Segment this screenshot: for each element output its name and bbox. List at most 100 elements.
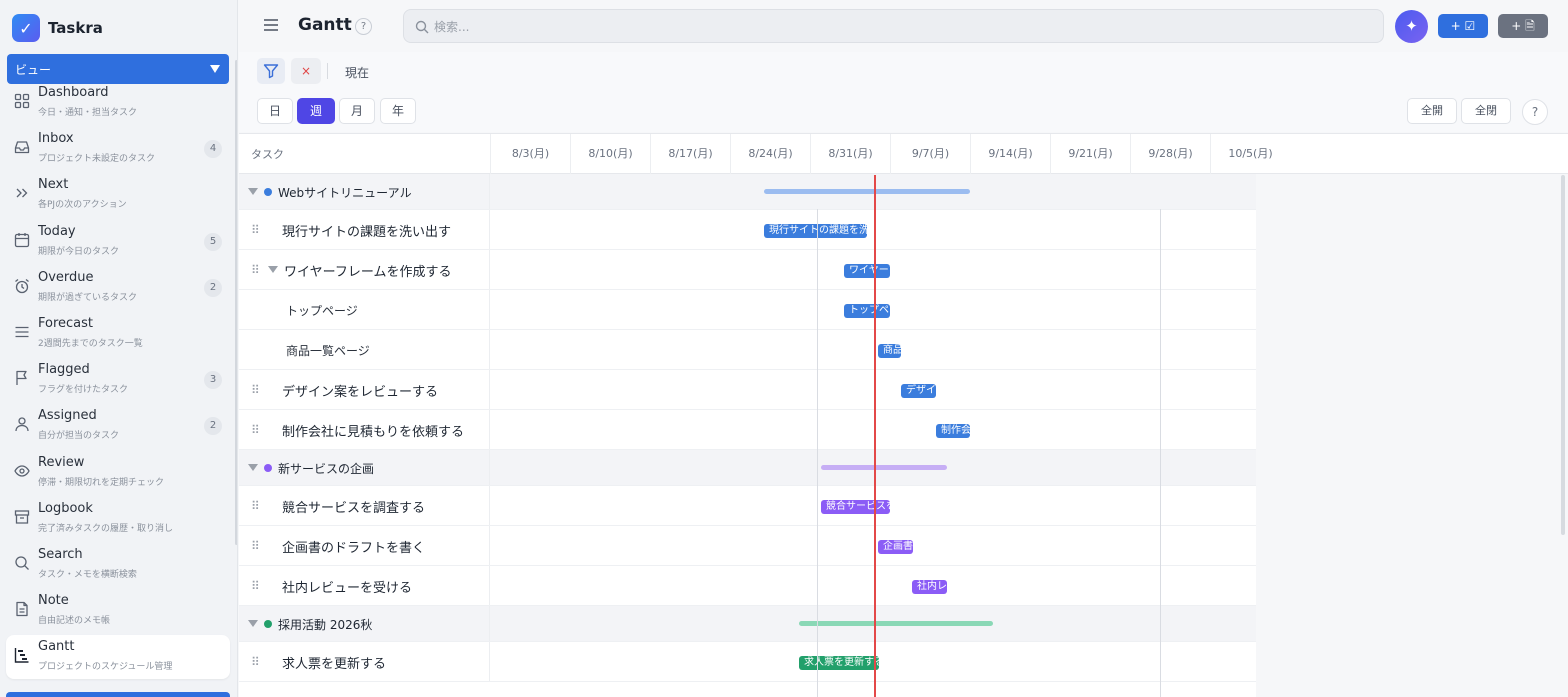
- flag-icon: [14, 370, 30, 386]
- task-bar[interactable]: デザイン案をレビューする: [901, 384, 936, 398]
- project-name: 新サービスの企画: [278, 462, 375, 476]
- sidebar-item-title: Next: [38, 177, 69, 192]
- collapse-triangle-icon[interactable]: [248, 620, 258, 627]
- help-icon[interactable]: ?: [355, 18, 372, 35]
- sidebar-item-today[interactable]: Today 期限が今日のタスク 5: [6, 220, 230, 264]
- task-name-cell: ⠿ ワイヤーフレームを作成する: [239, 250, 490, 289]
- search-input[interactable]: [434, 16, 1334, 38]
- search-box[interactable]: [403, 9, 1384, 43]
- project-row[interactable]: 採用活動 2026秋: [239, 606, 1256, 642]
- search-icon: [14, 555, 30, 571]
- date-column-header: 8/24(月): [730, 134, 810, 174]
- sidebar-item-next[interactable]: Next 各PJの次のアクション: [6, 173, 230, 217]
- task-row[interactable]: ⠿ 求人票を更新する 求人票を更新する: [239, 642, 1256, 682]
- task-bar[interactable]: 商品一覧ページ: [878, 344, 901, 358]
- task-row[interactable]: ⠿ ワイヤーフレームを作成する ワイヤーフレームを作成する: [239, 250, 1256, 290]
- date-column-header: 8/17(月): [650, 134, 730, 174]
- date-column-header: 8/31(月): [810, 134, 890, 174]
- sidebar-item-overdue[interactable]: Overdue 期限が過ぎているタスク 2: [6, 266, 230, 310]
- drag-handle-icon[interactable]: ⠿: [251, 655, 260, 669]
- top-header: Gantt ? ✦ + ☑ + 🗎: [239, 0, 1568, 52]
- scale-year-button[interactable]: 年: [380, 98, 416, 124]
- project-span-bar[interactable]: [821, 465, 947, 470]
- drag-handle-icon[interactable]: ⠿: [251, 579, 260, 593]
- scale-month-button[interactable]: 月: [339, 98, 375, 124]
- project-row[interactable]: Webサイトリニューアル: [239, 174, 1256, 210]
- task-row[interactable]: ⠿ 現行サイトの課題を洗い出す 現行サイトの課題を洗い出す: [239, 210, 1256, 250]
- sidebar-item-flagged[interactable]: Flagged フラグを付けたタスク 3: [6, 358, 230, 402]
- drag-handle-icon[interactable]: ⠿: [251, 423, 260, 437]
- drag-handle-icon[interactable]: ⠿: [251, 499, 260, 513]
- hamburger-menu-icon[interactable]: [263, 17, 279, 33]
- expand-all-button[interactable]: 全開: [1407, 98, 1457, 124]
- clear-filter-button[interactable]: ×: [291, 58, 321, 84]
- subtask-name: トップページ: [286, 304, 358, 318]
- task-bar[interactable]: 競合サービスを調査する: [821, 500, 890, 514]
- task-bar[interactable]: 現行サイトの課題を洗い出す: [764, 224, 867, 238]
- collapse-triangle-icon[interactable]: [248, 464, 258, 471]
- task-name-cell: ⠿ 競合サービスを調査する: [239, 486, 490, 525]
- expand-triangle-icon[interactable]: [268, 266, 278, 273]
- filter-now-label[interactable]: 現在: [345, 64, 369, 81]
- task-row[interactable]: ⠿ デザイン案をレビューする デザイン案をレビューする: [239, 370, 1256, 410]
- task-row[interactable]: ⠿ 制作会社に見積もりを依頼する 制作会社に見積もりを依頼する: [239, 410, 1256, 450]
- add-note-button[interactable]: + 🗎: [1498, 14, 1548, 38]
- task-row[interactable]: ⠿ 企画書のドラフトを書く 企画書のドラフトを書く: [239, 526, 1256, 566]
- task-row[interactable]: ⠿ 競合サービスを調査する 競合サービスを調査する: [239, 486, 1256, 526]
- add-task-button[interactable]: + ☑: [1438, 14, 1488, 38]
- drag-handle-icon[interactable]: ⠿: [251, 539, 260, 553]
- date-column-header: 9/7(月): [890, 134, 970, 174]
- task-bar[interactable]: ワイヤーフレームを作成する: [844, 264, 890, 278]
- task-row[interactable]: ⠿ 社内レビューを受ける 社内レビューを受ける: [239, 566, 1256, 606]
- task-bar[interactable]: 社内レビューを受ける: [912, 580, 947, 594]
- project-span-bar[interactable]: [799, 621, 993, 626]
- ai-assistant-button[interactable]: ✦: [1395, 10, 1428, 43]
- date-column-header: 10/5(月): [1210, 134, 1290, 174]
- collapse-triangle-icon[interactable]: [248, 188, 258, 195]
- sidebar-item-assigned[interactable]: Assigned 自分が担当のタスク 2: [6, 404, 230, 448]
- sidebar-item-subtitle: 各PJの次のアクション: [38, 200, 127, 210]
- sidebar-item-dashboard[interactable]: Dashboard 今日・通知・担当タスク: [6, 81, 230, 125]
- sidebar-bottom-button[interactable]: [6, 692, 230, 697]
- sidebar-item-gantt[interactable]: Gantt プロジェクトのスケジュール管理: [6, 635, 230, 679]
- subtask-row[interactable]: 商品一覧ページ 商品一覧ページ: [239, 330, 1256, 370]
- gantt-help-button[interactable]: ?: [1522, 99, 1548, 125]
- filter-button[interactable]: [257, 58, 285, 84]
- task-bar[interactable]: 求人票を更新する: [799, 656, 879, 670]
- drag-handle-icon[interactable]: ⠿: [251, 383, 260, 397]
- task-bar[interactable]: 企画書のドラフトを書く: [878, 540, 913, 554]
- scale-week-button[interactable]: 週: [297, 98, 335, 124]
- task-bar[interactable]: 制作会社に見積もりを依頼する: [936, 424, 970, 438]
- task-name: デザイン案をレビューする: [282, 385, 439, 400]
- project-row[interactable]: 新サービスの企画: [239, 450, 1256, 486]
- subtask-name: 商品一覧ページ: [286, 344, 370, 358]
- count-badge: 3: [204, 371, 222, 389]
- sidebar-item-title: Review: [38, 455, 85, 470]
- scale-day-button[interactable]: 日: [257, 98, 293, 124]
- sidebar-item-subtitle: 期限が今日のタスク: [38, 247, 120, 257]
- sidebar-item-search[interactable]: Search タスク・メモを横断検索: [6, 543, 230, 587]
- gantt-scrollbar[interactable]: [1561, 175, 1565, 535]
- alarm-clock-icon: [14, 278, 30, 294]
- sidebar-item-inbox[interactable]: Inbox プロジェクト未設定のタスク 4: [6, 127, 230, 171]
- subtask-row[interactable]: トップページ トップページ: [239, 290, 1256, 330]
- sidebar-item-review[interactable]: Review 停滞・期限切れを定期チェック: [6, 451, 230, 495]
- task-name-cell: 新サービスの企画: [239, 450, 490, 485]
- collapse-all-button[interactable]: 全閉: [1461, 98, 1511, 124]
- sidebar-scrollbar[interactable]: [235, 60, 237, 545]
- archive-icon: [14, 509, 30, 525]
- taskra-logo-icon: ✓: [12, 14, 40, 42]
- brand[interactable]: ✓ Taskra: [12, 13, 103, 43]
- sidebar: ✓ Taskra ビュー Dashboard 今日・通知・担当タスク Inbox プロ…: [0, 0, 238, 697]
- sidebar-item-note[interactable]: Note 自由記述のメモ帳: [6, 589, 230, 633]
- sidebar-item-forecast[interactable]: Forecast 2週間先までのタスク一覧: [6, 312, 230, 356]
- task-bar[interactable]: トップページ: [844, 304, 890, 318]
- grid-icon: [14, 93, 30, 109]
- sidebar-item-logbook[interactable]: Logbook 完了済みタスクの履歴・取り消し: [6, 497, 230, 541]
- sidebar-item-title: Note: [38, 593, 69, 608]
- drag-handle-icon[interactable]: ⠿: [251, 223, 260, 237]
- drag-handle-icon[interactable]: ⠿: [251, 263, 260, 277]
- project-span-bar[interactable]: [764, 189, 970, 194]
- date-column-header: 8/10(月): [570, 134, 650, 174]
- view-select[interactable]: ビュー: [7, 54, 229, 84]
